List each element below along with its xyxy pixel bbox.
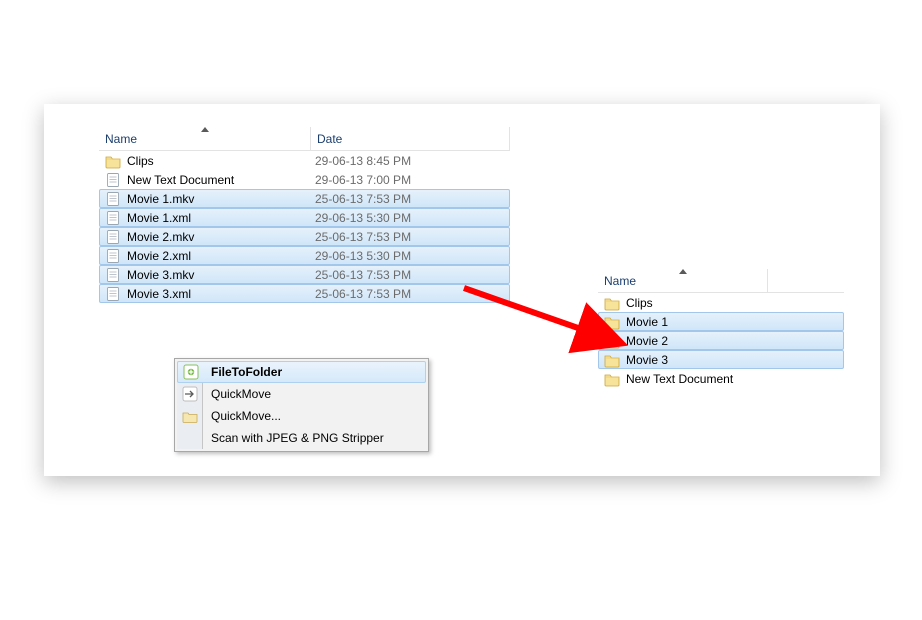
column-header-date-label: Date (317, 132, 342, 146)
column-header-row: Name Date (99, 127, 510, 151)
file-date-label: 29-06-13 7:00 PM (315, 173, 510, 187)
file-date-label: 29-06-13 5:30 PM (315, 249, 509, 263)
folder-icon (604, 333, 620, 349)
context-menu-item[interactable]: QuickMove (177, 383, 426, 405)
file-row[interactable]: Clips (598, 293, 844, 312)
file-row[interactable]: Movie 1.xml29-06-13 5:30 PM (99, 208, 510, 227)
file-name-label: Movie 2.xml (127, 249, 315, 263)
right-file-pane: Name Clips Movie 1 Movie 2 Movie 3 New Text … (598, 269, 844, 388)
context-menu-item-label: FileToFolder (211, 365, 282, 379)
file-icon (105, 267, 121, 283)
quickmove-icon (182, 386, 198, 402)
context-menu-item-label: Scan with JPEG & PNG Stripper (211, 431, 384, 445)
file-name-label: Movie 2.mkv (127, 230, 315, 244)
context-menu-item-label: QuickMove... (211, 409, 281, 423)
context-menu: FileToFolder QuickMove QuickMove... Scan wi… (174, 358, 429, 452)
file-name-label: Movie 2 (626, 334, 843, 348)
filetofolder-icon (183, 364, 199, 380)
file-name-label: Movie 1.xml (127, 211, 315, 225)
demo-card: Name Date Clips29-06-13 8:45 PMNew Text … (44, 104, 880, 476)
folder-icon (604, 352, 620, 368)
file-row[interactable]: Clips29-06-13 8:45 PM (99, 151, 510, 170)
file-row[interactable]: Movie 1 (598, 312, 844, 331)
file-name-label: Movie 3 (626, 353, 843, 367)
column-header-name-label: Name (604, 274, 636, 288)
sort-ascending-icon (679, 269, 687, 274)
file-date-label: 25-06-13 7:53 PM (315, 287, 509, 301)
file-row[interactable]: New Text Document29-06-13 7:00 PM (99, 170, 510, 189)
folder-icon (604, 314, 620, 330)
file-icon (105, 172, 121, 188)
sort-ascending-icon (201, 127, 209, 132)
folder-icon (105, 153, 121, 169)
file-date-label: 25-06-13 7:53 PM (315, 268, 509, 282)
file-row[interactable]: Movie 2.xml29-06-13 5:30 PM (99, 246, 510, 265)
folder-icon (604, 295, 620, 311)
file-row[interactable]: Movie 1.mkv25-06-13 7:53 PM (99, 189, 510, 208)
folder-icon (604, 371, 620, 387)
left-file-pane: Name Date Clips29-06-13 8:45 PMNew Text … (99, 127, 510, 303)
context-menu-item[interactable]: Scan with JPEG & PNG Stripper (177, 427, 426, 449)
file-date-label: 25-06-13 7:53 PM (315, 230, 509, 244)
file-name-label: New Text Document (127, 173, 315, 187)
file-icon (105, 229, 121, 245)
file-name-label: Clips (127, 154, 315, 168)
file-date-label: 29-06-13 8:45 PM (315, 154, 510, 168)
file-row[interactable]: Movie 3.xml25-06-13 7:53 PM (99, 284, 510, 303)
file-row[interactable]: Movie 3 (598, 350, 844, 369)
file-row[interactable]: Movie 3.mkv25-06-13 7:53 PM (99, 265, 510, 284)
column-header-name[interactable]: Name (99, 127, 311, 150)
file-date-label: 25-06-13 7:53 PM (315, 192, 509, 206)
left-file-list: Clips29-06-13 8:45 PMNew Text Document29… (99, 151, 510, 303)
right-file-list: Clips Movie 1 Movie 2 Movie 3 New Text Docum… (598, 293, 844, 388)
file-name-label: Movie 3.xml (127, 287, 315, 301)
file-row[interactable]: Movie 2 (598, 331, 844, 350)
file-name-label: Movie 3.mkv (127, 268, 315, 282)
file-icon (105, 191, 121, 207)
context-menu-item[interactable]: FileToFolder (177, 361, 426, 383)
context-menu-item[interactable]: QuickMove... (177, 405, 426, 427)
file-name-label: Movie 1 (626, 315, 843, 329)
column-header-name-label: Name (105, 132, 137, 146)
file-name-label: New Text Document (626, 372, 844, 386)
file-row[interactable]: Movie 2.mkv25-06-13 7:53 PM (99, 227, 510, 246)
column-header-date[interactable]: Date (311, 127, 510, 150)
file-date-label: 29-06-13 5:30 PM (315, 211, 509, 225)
file-name-label: Movie 1.mkv (127, 192, 315, 206)
file-icon (105, 248, 121, 264)
context-menu-item-label: QuickMove (211, 387, 271, 401)
folder-open-icon (182, 408, 198, 424)
column-header-name[interactable]: Name (598, 269, 768, 292)
file-icon (105, 210, 121, 226)
file-name-label: Clips (626, 296, 844, 310)
file-row[interactable]: New Text Document (598, 369, 844, 388)
file-icon (105, 286, 121, 302)
column-header-row: Name (598, 269, 844, 293)
